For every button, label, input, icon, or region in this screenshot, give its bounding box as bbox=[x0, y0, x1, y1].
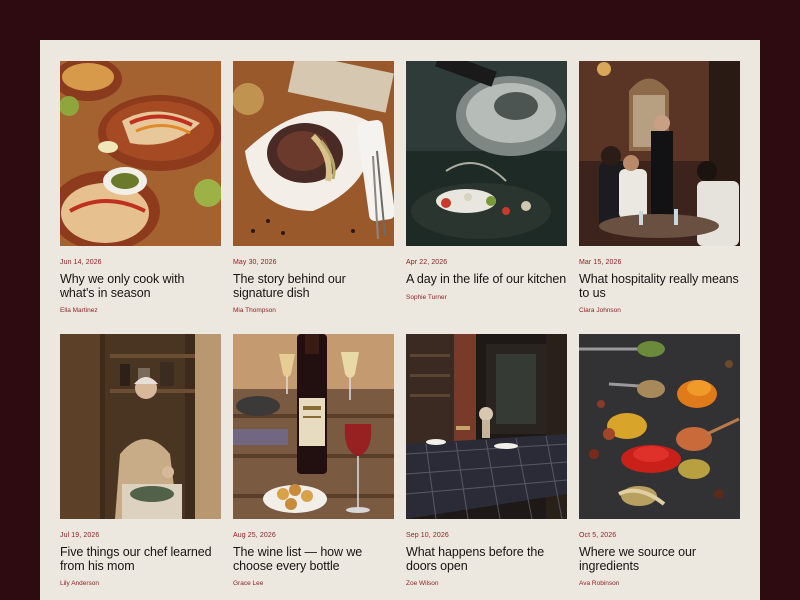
post-image[interactable] bbox=[579, 61, 740, 246]
post-author: Zoe Wilson bbox=[406, 580, 439, 587]
post-card[interactable]: Jul 19, 2026 Five things our chef learne… bbox=[60, 334, 221, 600]
post-title[interactable]: What hospitality really means to us bbox=[579, 272, 740, 300]
post-author: Ella Martinez bbox=[60, 307, 98, 314]
post-author: Lily Anderson bbox=[60, 580, 100, 587]
post-title[interactable]: The wine list — how we choose every bott… bbox=[233, 545, 394, 573]
dining-room-image bbox=[579, 61, 740, 246]
home-cooking-image bbox=[60, 334, 221, 519]
post-date: May 30, 2026 bbox=[233, 259, 277, 266]
post-date: Aug 25, 2026 bbox=[233, 532, 276, 539]
post-date: Jul 19, 2026 bbox=[60, 532, 100, 539]
post-author: Grace Lee bbox=[233, 580, 264, 587]
post-card[interactable]: Oct 5, 2026 Where we source our ingredie… bbox=[579, 334, 740, 600]
signature-dish-image bbox=[233, 61, 394, 246]
kitchen-image bbox=[406, 61, 567, 246]
post-card[interactable]: Jun 14, 2026 Why we only cook with what'… bbox=[60, 61, 221, 334]
post-image[interactable] bbox=[579, 334, 740, 519]
post-image[interactable] bbox=[233, 61, 394, 246]
post-author: Mia Thompson bbox=[233, 307, 276, 314]
post-author: Sophie Turner bbox=[406, 293, 447, 301]
post-image[interactable] bbox=[60, 334, 221, 519]
post-title[interactable]: Five things our chef learned from his mo… bbox=[60, 545, 221, 573]
post-title[interactable]: The story behind our signature dish bbox=[233, 272, 394, 300]
post-title[interactable]: What happens before the doors open bbox=[406, 545, 567, 573]
post-card[interactable]: May 30, 2026 The story behind our signat… bbox=[233, 61, 394, 334]
post-title[interactable]: A day in the life of our kitchen bbox=[406, 272, 567, 287]
post-date: Oct 5, 2026 bbox=[579, 532, 617, 539]
post-date: Apr 22, 2026 bbox=[406, 259, 448, 266]
tacos-image bbox=[60, 61, 221, 246]
spices-image bbox=[579, 334, 740, 519]
post-card[interactable]: Apr 22, 2026 A day in the life of our ki… bbox=[406, 61, 567, 334]
post-image[interactable] bbox=[60, 61, 221, 246]
post-date: Sep 10, 2026 bbox=[406, 532, 449, 539]
post-image[interactable] bbox=[406, 61, 567, 246]
post-title[interactable]: Why we only cook with what's in season bbox=[60, 272, 221, 300]
post-image[interactable] bbox=[233, 334, 394, 519]
blog-page: Jun 14, 2026 Why we only cook with what'… bbox=[40, 40, 760, 600]
post-card[interactable]: Mar 15, 2026 What hospitality really mea… bbox=[579, 61, 740, 334]
post-card[interactable]: Sep 10, 2026 What happens before the doo… bbox=[406, 334, 567, 600]
post-author: Ava Robinson bbox=[579, 580, 620, 587]
wine-image bbox=[233, 334, 394, 519]
post-date: Mar 15, 2026 bbox=[579, 259, 622, 266]
post-date: Jun 14, 2026 bbox=[60, 259, 102, 266]
post-card[interactable]: Aug 25, 2026 The wine list — how we choo… bbox=[233, 334, 394, 600]
post-title[interactable]: Where we source our ingredients bbox=[579, 545, 740, 573]
post-grid: Jun 14, 2026 Why we only cook with what'… bbox=[60, 61, 740, 600]
restaurant-interior-image bbox=[406, 334, 567, 519]
post-author: Clara Johnson bbox=[579, 307, 621, 314]
post-image[interactable] bbox=[406, 334, 567, 519]
